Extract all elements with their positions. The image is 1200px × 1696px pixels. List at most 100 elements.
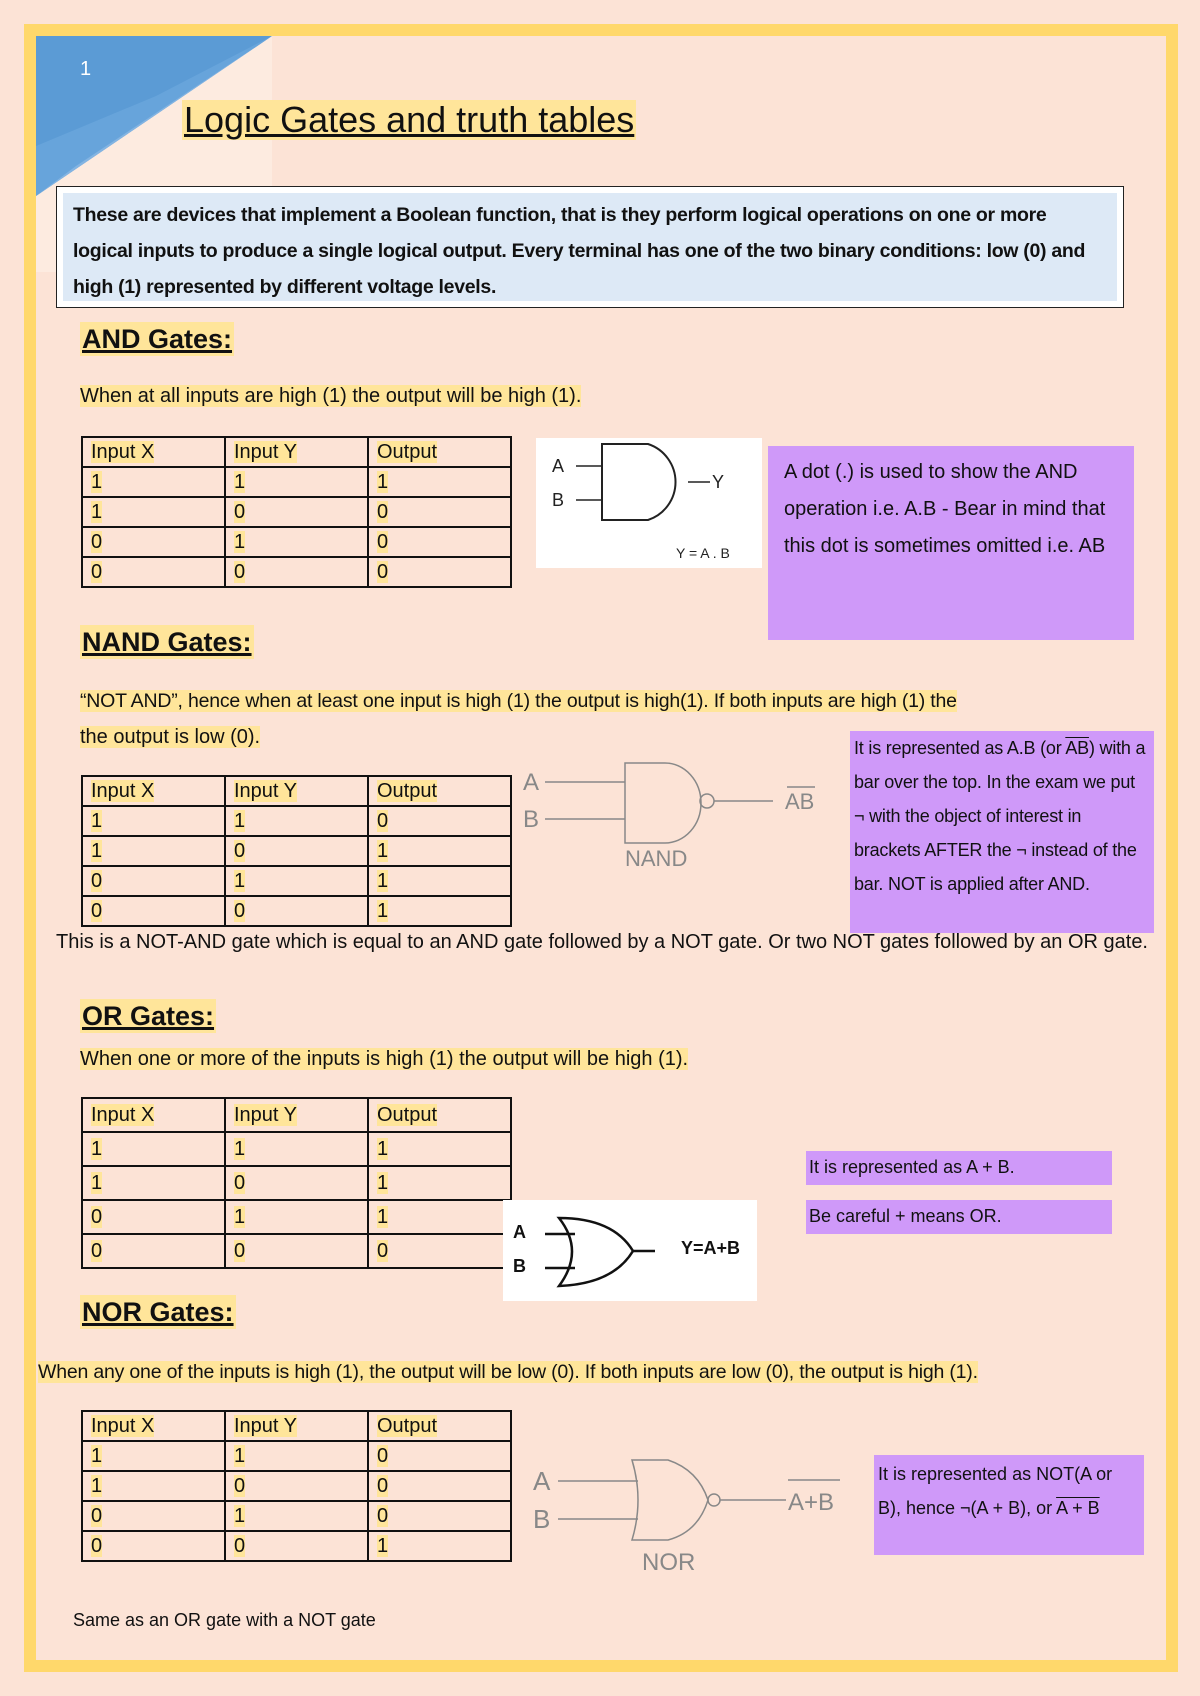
table-cell: 1 — [224, 466, 369, 498]
table-cell: 1 — [81, 805, 226, 837]
table-row: 000 — [81, 556, 512, 588]
and-heading: AND Gates: — [80, 322, 235, 356]
table-cell: 0 — [81, 1530, 226, 1562]
table-row: 100 — [81, 1470, 512, 1502]
column-header: Input Y — [224, 1097, 369, 1133]
and-description: When at all inputs are high (1) the outp… — [80, 385, 582, 407]
column-header: Output — [367, 436, 512, 468]
nor-output: A+B — [788, 1489, 834, 1516]
table-row: 101 — [81, 1165, 512, 1201]
table-cell: 1 — [81, 1165, 226, 1201]
nand-note-bar: AB — [1065, 738, 1089, 758]
table-cell: 1 — [81, 835, 226, 867]
or-equation: Y=A+B — [681, 1238, 740, 1258]
table-cell: 1 — [224, 1199, 369, 1235]
intro-text: These are devices that implement a Boole… — [63, 193, 1117, 301]
table-row: 001 — [81, 895, 512, 927]
column-header: Input Y — [224, 1410, 369, 1442]
and-note: A dot (.) is used to show the AND operat… — [768, 446, 1134, 640]
table-cell: 1 — [81, 466, 226, 498]
table-row: 011 — [81, 865, 512, 897]
table-header-row: Input X Input Y Output — [81, 436, 512, 468]
nor-note: It is represented as NOT(A or B), hence … — [874, 1455, 1144, 1555]
and-input-a: A — [552, 456, 564, 476]
nand-heading: NAND Gates: — [80, 625, 254, 659]
table-cell: 0 — [224, 496, 369, 528]
or-input-b: B — [513, 1256, 526, 1276]
nand-name: NAND — [625, 846, 687, 871]
table-cell: 0 — [81, 526, 226, 558]
table-cell: 0 — [224, 835, 369, 867]
table-cell: 1 — [224, 805, 369, 837]
table-cell: 0 — [367, 1470, 512, 1502]
table-cell: 0 — [367, 1500, 512, 1532]
table-cell: 1 — [81, 1470, 226, 1502]
and-truth-table: Input X Input Y Output 1 1 1 1 0 0 0 1 0 0 0 0 — [81, 436, 512, 588]
nand-input-a: A — [523, 769, 539, 796]
nor-input-a: A — [533, 1466, 551, 1496]
nor-description: When any one of the inputs is high (1), … — [38, 1361, 978, 1383]
table-cell: 1 — [367, 865, 512, 897]
nand-explanation: This is a NOT-AND gate which is equal to… — [56, 931, 1148, 953]
and-gate-diagram: A B Y Y = A . B — [536, 438, 762, 568]
table-cell: 1 — [224, 1440, 369, 1472]
and-output: Y — [712, 472, 724, 492]
table-row: 110 — [81, 1440, 512, 1472]
or-note-1: It is represented as A + B. — [806, 1151, 1112, 1185]
column-header: Input Y — [224, 436, 369, 468]
table-cell: 0 — [367, 805, 512, 837]
and-equation: Y = A . B — [676, 545, 730, 561]
table-row: 110 — [81, 805, 512, 837]
column-header: Input Y — [224, 775, 369, 807]
table-cell: 0 — [81, 1500, 226, 1532]
nand-note: It is represented as A.B (or AB) with a … — [850, 731, 1154, 933]
or-description: When one or more of the inputs is high (… — [80, 1048, 689, 1070]
page-number: 1 — [80, 58, 92, 80]
and-input-b: B — [552, 490, 564, 510]
table-header-row: Input X Input Y Output — [81, 775, 512, 807]
table-cell: 0 — [81, 1199, 226, 1235]
column-header: Output — [367, 1410, 512, 1442]
table-cell: 1 — [224, 1131, 369, 1167]
table-cell: 1 — [81, 496, 226, 528]
table-cell: 1 — [367, 1199, 512, 1235]
table-cell: 1 — [367, 835, 512, 867]
nand-truth-table: Input X Input Y Output 1 1 0 1 0 1 0 1 1 0 0 1 — [81, 775, 512, 927]
column-header: Input X — [81, 436, 226, 468]
page-title: Logic Gates and truth tables — [182, 99, 637, 140]
table-header-row: Input X Input Y Output — [81, 1410, 512, 1442]
nand-description-line1: “NOT AND”, hence when at least one input… — [80, 690, 957, 712]
table-cell: 0 — [224, 1233, 369, 1269]
table-row: 011 — [81, 1199, 512, 1235]
table-cell: 1 — [81, 1440, 226, 1472]
table-cell: 1 — [367, 466, 512, 498]
table-cell: 1 — [367, 1131, 512, 1167]
or-heading: OR Gates: — [80, 999, 217, 1033]
table-cell: 0 — [367, 496, 512, 528]
table-cell: 0 — [224, 895, 369, 927]
table-cell: 0 — [224, 1530, 369, 1562]
nand-description-line2: the output is low (0). — [80, 726, 261, 748]
table-row: 111 — [81, 1131, 512, 1167]
table-cell: 0 — [81, 556, 226, 588]
table-cell: 1 — [224, 865, 369, 897]
or-note-2: Be careful + means OR. — [806, 1200, 1112, 1234]
nor-note-bar: A + B — [1056, 1498, 1100, 1518]
column-header: Input X — [81, 1410, 226, 1442]
table-cell: 1 — [224, 526, 369, 558]
nor-footer: Same as an OR gate with a NOT gate — [73, 1610, 376, 1630]
table-row: 000 — [81, 1233, 512, 1269]
nand-output: AB — [785, 789, 814, 814]
nor-input-b: B — [533, 1504, 550, 1534]
nand-input-b: B — [523, 806, 539, 833]
nor-gate-diagram: A B A+B NOR — [528, 1450, 848, 1580]
or-truth-table: Input X Input Y Output 1 1 1 1 0 1 0 1 1 0 0 0 — [81, 1097, 512, 1269]
table-cell: 0 — [367, 556, 512, 588]
table-cell: 0 — [81, 895, 226, 927]
column-header: Input X — [81, 1097, 226, 1133]
nor-heading: NOR Gates: — [80, 1295, 236, 1329]
table-cell: 1 — [367, 895, 512, 927]
table-header-row: Input X Input Y Output — [81, 1097, 512, 1133]
nor-truth-table: Input X Input Y Output 1 1 0 1 0 0 0 1 0 0 0 1 — [81, 1410, 512, 1562]
table-cell: 0 — [81, 1233, 226, 1269]
